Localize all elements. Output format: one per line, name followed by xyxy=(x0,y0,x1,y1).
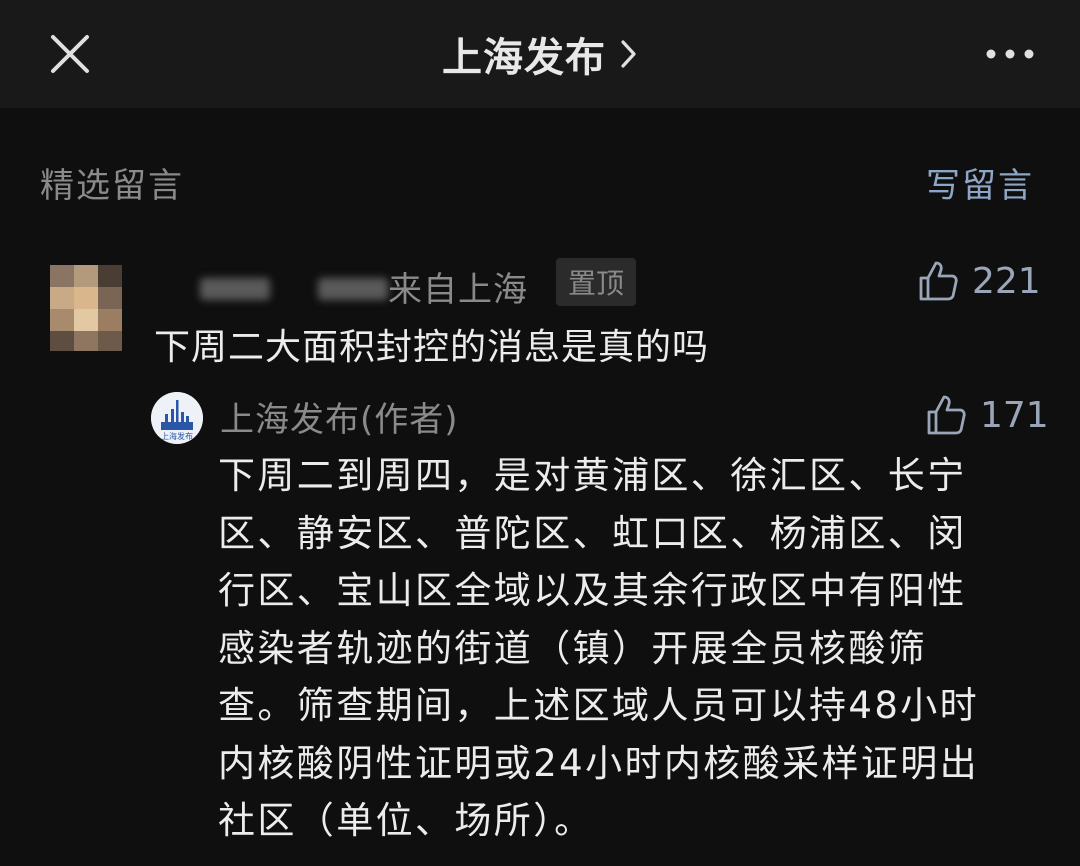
reply-text-line: 区、静安区、普陀区、虹口区、杨浦区、闵 xyxy=(218,511,967,555)
featured-comments-label: 精选留言 xyxy=(40,166,184,206)
chevron-right-icon xyxy=(621,40,636,68)
commenter-name-redacted xyxy=(318,278,388,300)
comment-like-count: 221 xyxy=(972,260,1041,302)
reply-text-line: 感染者轨迹的街道（镇）开展全员核酸筛 xyxy=(218,626,928,670)
svg-text:上海发布: 上海发布 xyxy=(161,431,193,441)
page-title: 上海发布 xyxy=(442,35,606,81)
write-comment-button[interactable]: 写留言 xyxy=(926,158,1034,207)
commenter-avatar[interactable] xyxy=(50,265,122,351)
author-avatar[interactable]: 上海发布 xyxy=(151,392,203,444)
shanghai-skyline-logo-icon: 上海发布 xyxy=(151,392,203,444)
pixelated-avatar-image xyxy=(50,265,122,351)
reply-like-count: 171 xyxy=(980,394,1049,436)
reply-text-line: 下周二到周四，是对黄浦区、徐汇区、长宁 xyxy=(218,454,967,497)
reply-text-line: 内核酸阴性证明或24小时内核酸采样证明出 xyxy=(218,741,980,785)
commenter-name-redacted xyxy=(200,278,270,300)
reply-text-line: 查。筛查期间，上述区域人员可以持48小时 xyxy=(218,684,980,727)
reply-text-line: 社区（单位、场所）。 xyxy=(218,799,594,842)
reply-like-button[interactable]: 171 xyxy=(926,394,1049,436)
comment-like-button[interactable]: 221 xyxy=(918,260,1041,302)
more-dots-icon xyxy=(986,49,1034,59)
top-bar: 上海发布 xyxy=(0,0,1080,108)
pinned-badge: 置顶 xyxy=(556,258,636,306)
reply-text: 下周二到周四，是对黄浦区、徐汇区、长宁 区、静安区、普陀区、虹口区、杨浦区、闵 … xyxy=(218,447,1038,850)
comment-text: 下周二大面积封控的消息是真的吗 xyxy=(154,327,710,368)
comment-location: 来自上海 xyxy=(388,270,528,310)
thumbs-up-icon xyxy=(927,395,966,435)
thumbs-up-icon xyxy=(919,261,958,301)
reply-text-line: 行区、宝山区全域以及其余行政区中有阳性 xyxy=(218,569,967,612)
author-name: 上海发布(作者) xyxy=(220,400,459,440)
title-link[interactable]: 上海发布 xyxy=(0,26,1080,82)
more-button[interactable] xyxy=(984,40,1036,68)
